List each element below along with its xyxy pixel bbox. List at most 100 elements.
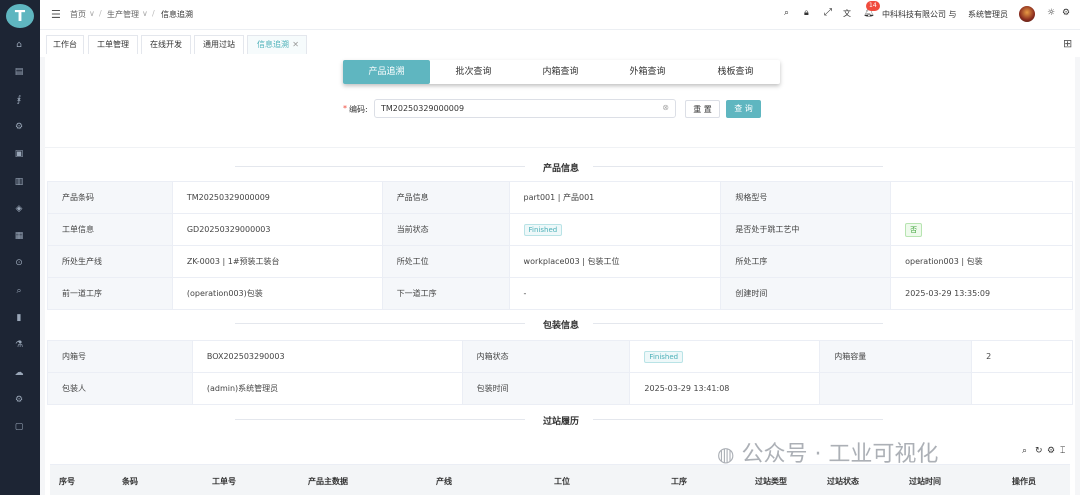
history-table-header: 序号 条码 工单号 产品主数据 产线 工位 工序 过站类型 过站状态 过站时间 … — [50, 464, 1070, 495]
settings-gear-icon[interactable]: ⚙ — [12, 120, 26, 134]
table-row: 前一道工序 (operation003)包装 下一道工序 - 创建时间 2025-03-2… — [47, 277, 1073, 310]
col-station: 工位 — [554, 477, 570, 486]
column-settings-icon[interactable]: ⌶ — [1060, 446, 1065, 456]
breadcrumb-home[interactable]: 首页 — [70, 9, 86, 20]
watermark-text: 公众号 · 工业可视化 — [741, 442, 939, 467]
field-value: (operation003)包装 — [171, 277, 383, 310]
field-value: - — [508, 277, 722, 310]
refresh-icon[interactable]: ↻ — [1035, 446, 1043, 456]
package-info-title: 包装信息 — [543, 321, 580, 331]
divider — [235, 419, 525, 420]
tab-batch-query[interactable]: 批次查询 — [430, 60, 517, 84]
field-value: part001 | 产品001 — [508, 181, 722, 214]
menu-fold-icon[interactable]: ☰ — [51, 8, 61, 21]
location-icon[interactable]: ⊙ — [12, 256, 26, 270]
field-label: 工单信息 — [47, 213, 173, 246]
col-operator: 操作员 — [1012, 477, 1036, 486]
breadcrumb-separator: / — [152, 9, 155, 18]
field-label: 前一道工序 — [47, 277, 173, 310]
divider — [593, 419, 883, 420]
tab-work-order[interactable]: 工单管理 — [88, 35, 138, 54]
field-label: 内箱容量 — [819, 340, 973, 373]
field-value: GD20250329000003 — [171, 213, 383, 246]
table-row: 内箱号 BOX202503290003 内箱状态 Finished 内箱容量 2 — [47, 340, 1073, 373]
chart-icon[interactable]: ⨘ — [12, 93, 26, 107]
status-badge: Finished — [644, 350, 684, 363]
table-row: 产品条码 TM20250329000009 产品信息 part001 | 产品001 规… — [47, 181, 1073, 214]
doc-icon[interactable]: ▤ — [12, 65, 26, 79]
tab-workbench[interactable]: 工作台 — [46, 35, 84, 54]
col-process: 工序 — [671, 477, 687, 486]
gear-icon[interactable]: ⚙ — [1047, 446, 1055, 456]
search-icon[interactable]: ⌕ — [12, 284, 26, 298]
close-icon[interactable]: ✕ — [292, 36, 299, 54]
layers-icon[interactable]: ◈ — [12, 202, 26, 216]
tab-general-pass[interactable]: 通用过站 — [194, 35, 244, 54]
sun-icon[interactable]: ☼ — [1047, 8, 1055, 18]
field-label: 所处工位 — [381, 245, 510, 278]
gear-icon[interactable]: ⚙ — [1062, 8, 1070, 18]
status-badge: Finished — [523, 223, 563, 236]
field-value: 2025-03-29 13:35:09 — [890, 277, 1073, 310]
divider — [593, 166, 883, 167]
top-bar: ☰ 首页 ∨ / 生产管理 ∨ / 信息追溯 ⌕ 🔒︎ ⤢ 文 🔔︎ 14 中科… — [40, 0, 1080, 30]
gear-icon[interactable]: ⚙ — [12, 393, 26, 407]
sidebar: T ⌂ ▤ ⨘ ⚙ ▣ ▥ ◈ ▦ ⊙ ⌕ ▮ ⚗ ☁ ⚙ ▢ — [0, 0, 40, 495]
col-pass-type: 过站类型 — [755, 477, 787, 486]
query-type-tabs: 产品追溯 批次查询 内箱查询 外箱查询 栈板查询 — [343, 60, 780, 84]
code-input-value: TM20250329000009 — [381, 104, 465, 113]
field-label: 所处工序 — [720, 245, 892, 278]
cloud-icon[interactable]: ☁ — [12, 366, 26, 380]
col-line: 产线 — [436, 477, 452, 486]
reset-button[interactable]: 重 置 — [685, 100, 720, 118]
tab-trace[interactable]: 信息追溯 ✕ — [247, 35, 307, 54]
chevron-down-icon: ∨ — [142, 9, 148, 18]
tablet-icon[interactable]: ▢ — [12, 420, 26, 434]
table-row: 包装人 (admin)系统管理员 包装时间 2025-03-29 13:41:08 — [47, 372, 1073, 405]
search-icon[interactable]: ⌕ — [1022, 446, 1027, 456]
search-icon[interactable]: ⌕ — [784, 8, 789, 18]
tab-product-trace[interactable]: 产品追溯 — [343, 60, 430, 84]
field-label: 创建时间 — [720, 277, 892, 310]
field-value: TM20250329000009 — [171, 181, 383, 214]
empty-cell — [819, 372, 973, 405]
package-info-table: 内箱号 BOX202503290003 内箱状态 Finished 内箱容量 2 包装人 (a… — [47, 340, 1073, 405]
translate-icon[interactable]: 文 — [843, 8, 851, 19]
col-pass-status: 过站状态 — [827, 477, 859, 486]
tab-inner-box-query[interactable]: 内箱查询 — [517, 60, 604, 84]
code-input[interactable]: TM20250329000009 ⊗ — [374, 99, 676, 118]
wechat-icon: ◍ — [717, 442, 735, 466]
main-content: 产品追溯 批次查询 内箱查询 外箱查询 栈板查询 * 编码: TM2025032… — [45, 57, 1075, 495]
user-name[interactable]: 系统管理员 — [968, 9, 1008, 20]
app-logo: T — [6, 4, 34, 28]
tab-online-dev[interactable]: 在线开发 — [141, 35, 191, 54]
divider — [235, 323, 525, 324]
bar-chart-icon[interactable]: ▮ — [12, 311, 26, 325]
lab-icon[interactable]: ⚗ — [12, 338, 26, 352]
clear-icon[interactable]: ⊗ — [662, 103, 669, 112]
field-value: 2 — [971, 340, 1073, 373]
database-icon[interactable]: ▦ — [12, 229, 26, 243]
tab-pallet-query[interactable]: 栈板查询 — [691, 60, 780, 84]
query-button[interactable]: 查 询 — [726, 100, 761, 118]
fullscreen-icon[interactable]: ⤢ — [824, 7, 832, 18]
product-info-table: 产品条码 TM20250329000009 产品信息 part001 | 产品001 规… — [47, 181, 1073, 310]
notification-badge: 14 — [866, 1, 880, 11]
company-name[interactable]: 中科科技有限公司 与 — [882, 9, 957, 20]
code-label: 编码: — [349, 105, 368, 114]
field-label: 包装人 — [47, 372, 193, 405]
status-badge: 否 — [905, 222, 923, 237]
home-icon[interactable]: ⌂ — [12, 38, 26, 52]
avatar[interactable] — [1019, 6, 1035, 22]
field-value: BOX202503290003 — [191, 340, 463, 373]
lock-icon[interactable]: 🔒︎ — [804, 8, 809, 18]
building-icon[interactable]: ▥ — [12, 175, 26, 189]
field-value: (admin)系统管理员 — [191, 372, 463, 405]
divider — [593, 323, 883, 324]
empty-cell — [971, 372, 1073, 405]
breadcrumb-production[interactable]: 生产管理 — [107, 9, 139, 20]
tab-outer-box-query[interactable]: 外箱查询 — [604, 60, 691, 84]
field-label: 产品条码 — [47, 181, 173, 214]
grid-layout-icon[interactable]: ⊞ — [1063, 37, 1072, 50]
box-icon[interactable]: ▣ — [12, 147, 26, 161]
